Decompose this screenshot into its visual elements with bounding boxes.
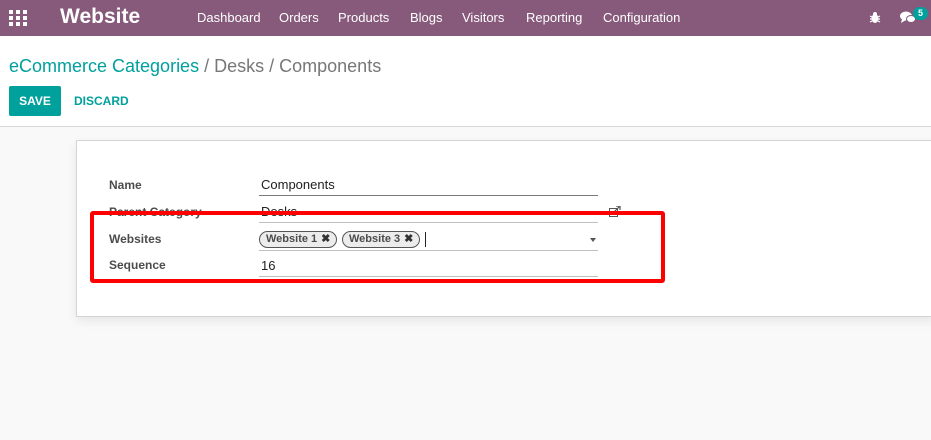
menu-dashboard[interactable]: Dashboard <box>197 0 261 36</box>
menu-visitors[interactable]: Visitors <box>462 0 504 36</box>
control-panel: eCommerce Categories / Desks / Component… <box>0 36 931 127</box>
name-label: Name <box>109 178 142 192</box>
breadcrumb-separator: / <box>204 56 210 76</box>
menu-blogs[interactable]: Blogs <box>410 0 443 36</box>
top-navbar: Website Dashboard Orders Products Blogs … <box>0 0 931 36</box>
menu-configuration[interactable]: Configuration <box>603 0 680 36</box>
menu-orders[interactable]: Orders <box>279 0 319 36</box>
discard-button[interactable]: DISCARD <box>70 86 133 116</box>
name-field[interactable]: Components <box>259 177 598 196</box>
menu-products[interactable]: Products <box>338 0 389 36</box>
message-count-badge: 5 <box>913 7 928 20</box>
bug-icon[interactable] <box>869 11 881 24</box>
menu-reporting[interactable]: Reporting <box>526 0 582 36</box>
breadcrumb-current: Desks / Components <box>214 56 382 76</box>
save-button[interactable]: SAVE <box>9 86 61 116</box>
highlight-annotation-box <box>90 211 665 283</box>
breadcrumb: eCommerce Categories / Desks / Component… <box>9 55 381 77</box>
app-title[interactable]: Website <box>60 5 140 29</box>
apps-menu-icon[interactable] <box>9 10 27 26</box>
breadcrumb-link-ecommerce-categories[interactable]: eCommerce Categories <box>9 56 199 76</box>
